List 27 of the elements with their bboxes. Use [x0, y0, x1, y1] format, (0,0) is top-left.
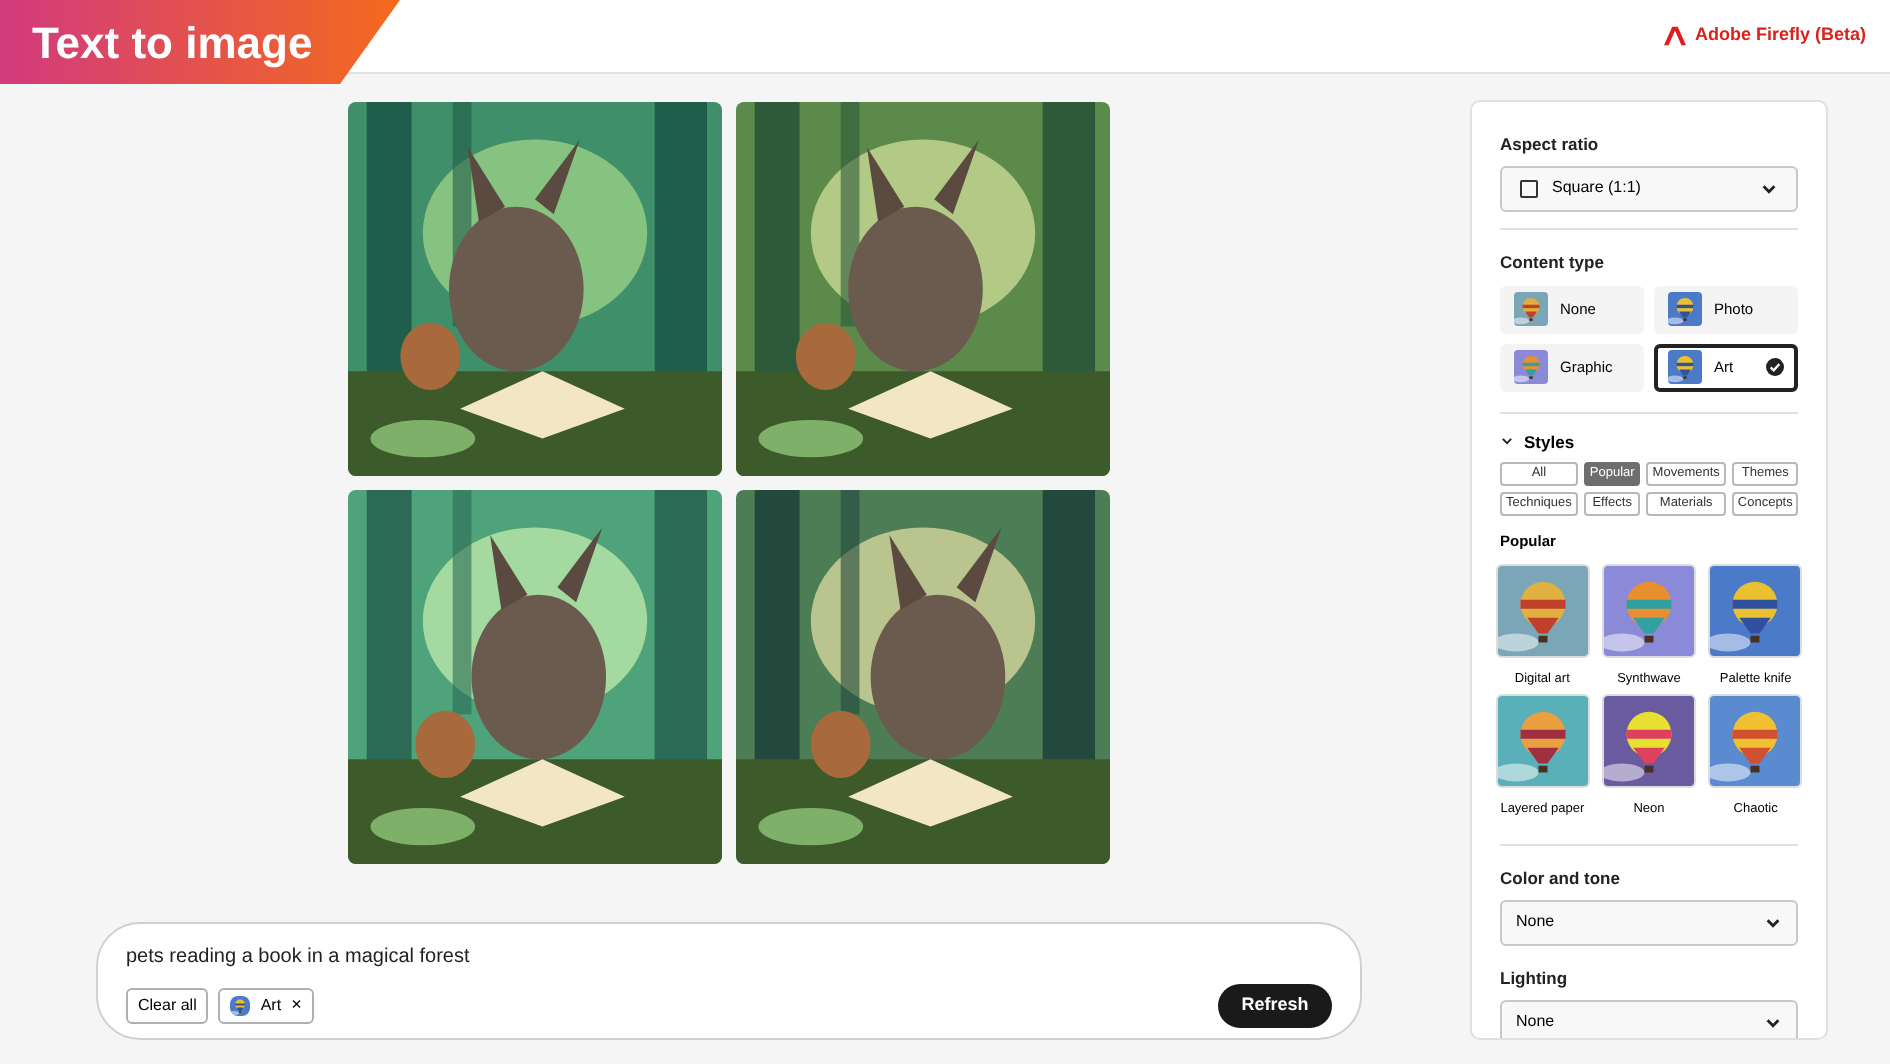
styles-toggle[interactable]: Styles [1500, 429, 1798, 455]
chevron-down-icon [1764, 913, 1782, 932]
square-icon [1520, 179, 1538, 198]
chevron-down-icon [1764, 1013, 1782, 1031]
dropdown-value: Square (1:1) [1552, 176, 1643, 201]
page-title: Text to image [32, 15, 313, 72]
dropdown-value: None [1516, 910, 1557, 935]
section-label: Color and tone [1500, 866, 1622, 892]
section-label: Aspect ratio [1500, 132, 1601, 158]
logo-icon [1664, 26, 1687, 46]
remove-chip-button[interactable]: × [291, 992, 302, 1020]
color-tone-dropdown[interactable]: None [1500, 899, 1798, 946]
prompt-input[interactable]: pets reading a book in a magical forest [126, 942, 1332, 970]
section-label: Content type [1500, 249, 1606, 275]
aspect-ratio-dropdown[interactable]: Square (1:1) [1500, 165, 1798, 212]
chevron-icon [1500, 434, 1514, 449]
lighting-dropdown[interactable]: None [1500, 999, 1798, 1038]
refresh-button[interactable]: Refresh [1218, 984, 1332, 1028]
chevron-down-icon [1760, 179, 1778, 198]
chip-label: Art [260, 994, 282, 1018]
section-label: Lighting [1500, 965, 1570, 991]
checkmark-icon [1766, 358, 1784, 376]
dropdown-value: None [1516, 1010, 1557, 1034]
clear-all-button[interactable]: Clear all [126, 988, 209, 1024]
style-chip[interactable]: Art × [218, 988, 314, 1024]
section-label: Styles [1524, 429, 1575, 455]
brand-name: Adobe Firefly (Beta) [1694, 22, 1866, 49]
